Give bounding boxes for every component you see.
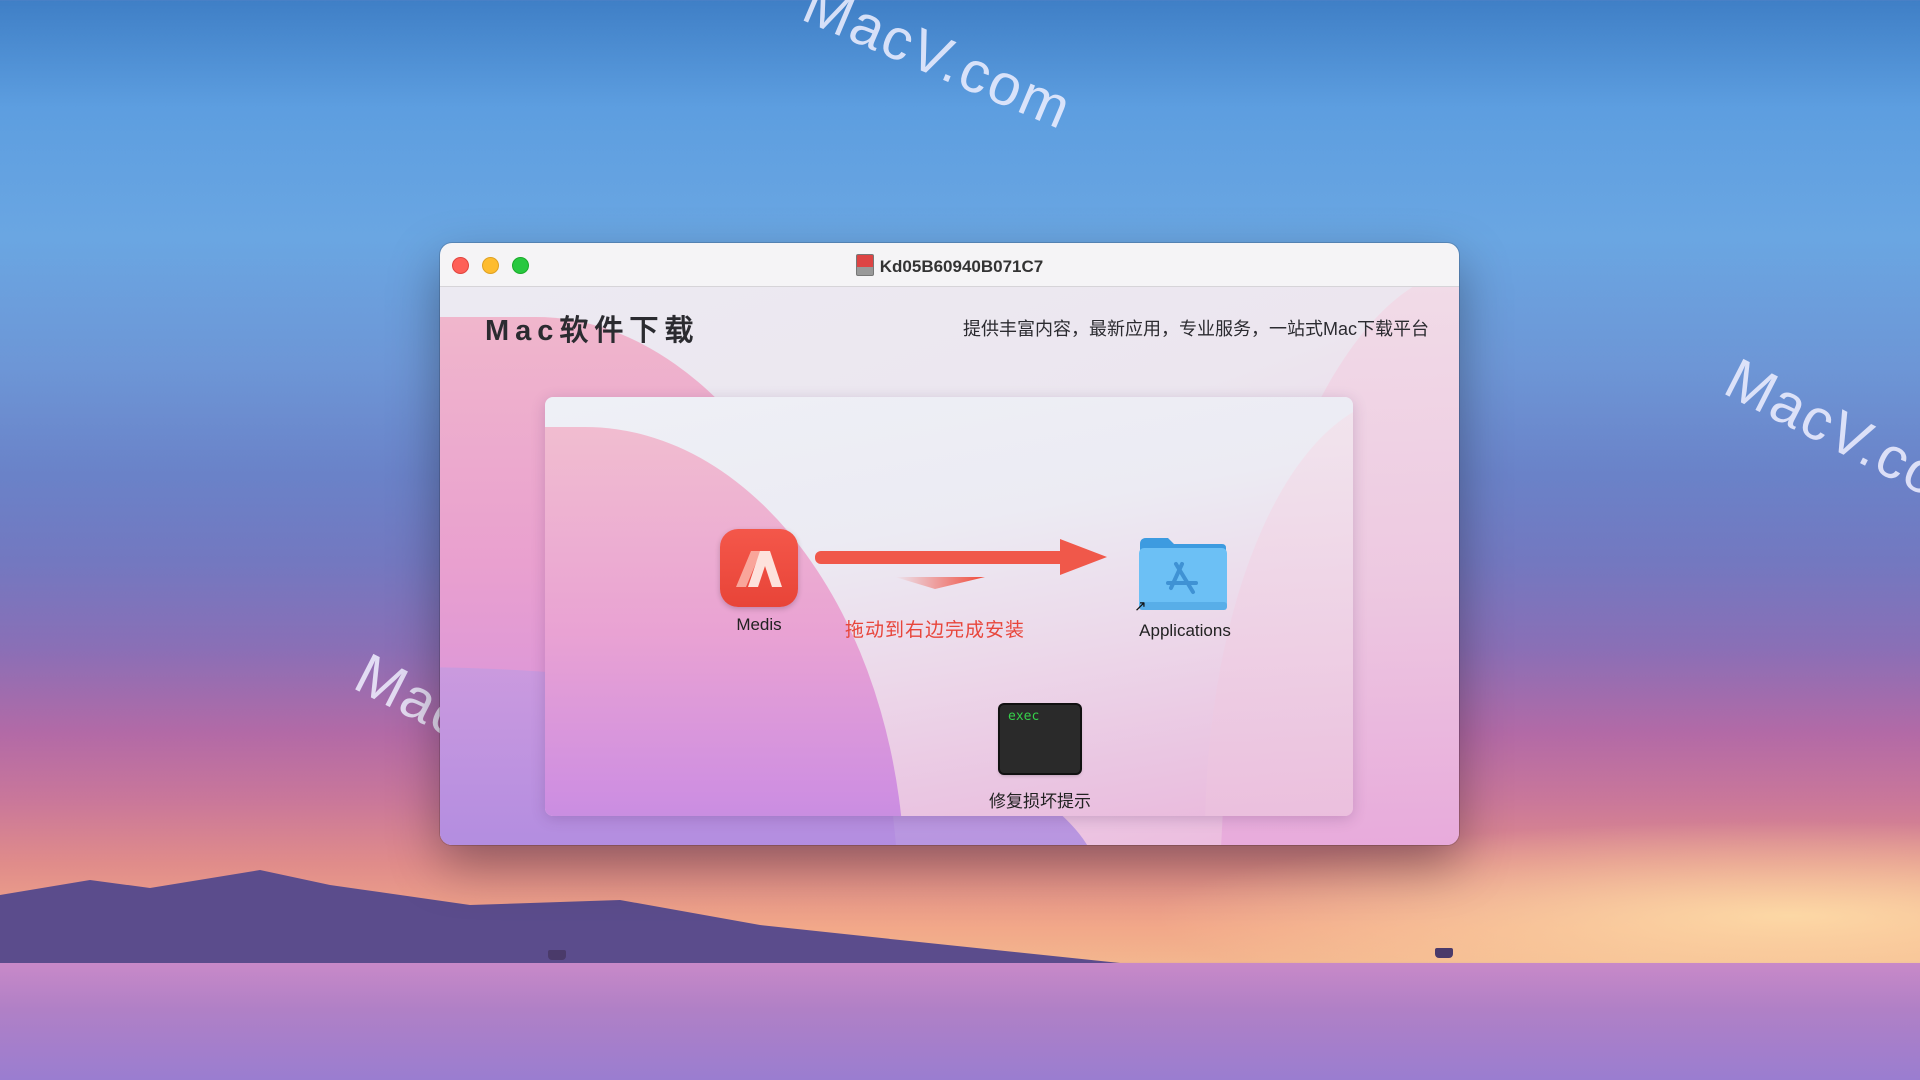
ship — [1435, 948, 1453, 958]
drag-arrow-icon — [815, 539, 1107, 589]
brand-title: Mac软件下载 — [485, 315, 700, 347]
window-content: Mac软件下载 提供丰富内容，最新应用，专业服务，一站式Mac下载平台 Medi… — [440, 287, 1459, 845]
watermark: MacV.com — [794, 0, 1082, 142]
sea — [0, 963, 1920, 1080]
disk-image-icon — [855, 254, 874, 276]
exec-icon-text: exec — [1008, 709, 1040, 724]
alias-arrow-icon: ↗ — [1134, 598, 1147, 615]
app-label: Medis — [736, 615, 782, 634]
drag-hint-text: 拖动到右边完成安装 — [845, 620, 1026, 641]
applications-folder-icon[interactable] — [1138, 536, 1228, 612]
watermark: MacV.com — [1715, 345, 1920, 534]
exec-terminal-icon[interactable]: exec — [1000, 705, 1080, 773]
title-bar[interactable]: Kd05B60940B071C7 — [440, 243, 1459, 287]
boat — [548, 950, 566, 960]
repair-label: 修复损坏提示 — [989, 792, 1091, 811]
window-title-text: Kd05B60940B071C7 — [879, 257, 1044, 276]
slogan-text: 提供丰富内容，最新应用，专业服务，一站式Mac下载平台 — [962, 319, 1429, 339]
window-title: Kd05B60940B071C7 — [440, 254, 1459, 277]
installer-window: Kd05B60940B071C7 Mac软件下载 提供丰富内容，最新应用，专业服… — [440, 243, 1459, 845]
medis-logo-icon — [736, 551, 782, 587]
medis-app-icon[interactable] — [720, 529, 798, 607]
applications-label: Applications — [1139, 621, 1231, 640]
install-panel: Medis 拖动到右边完成安装 ↗ Applications exec 修复损坏… — [545, 397, 1353, 816]
